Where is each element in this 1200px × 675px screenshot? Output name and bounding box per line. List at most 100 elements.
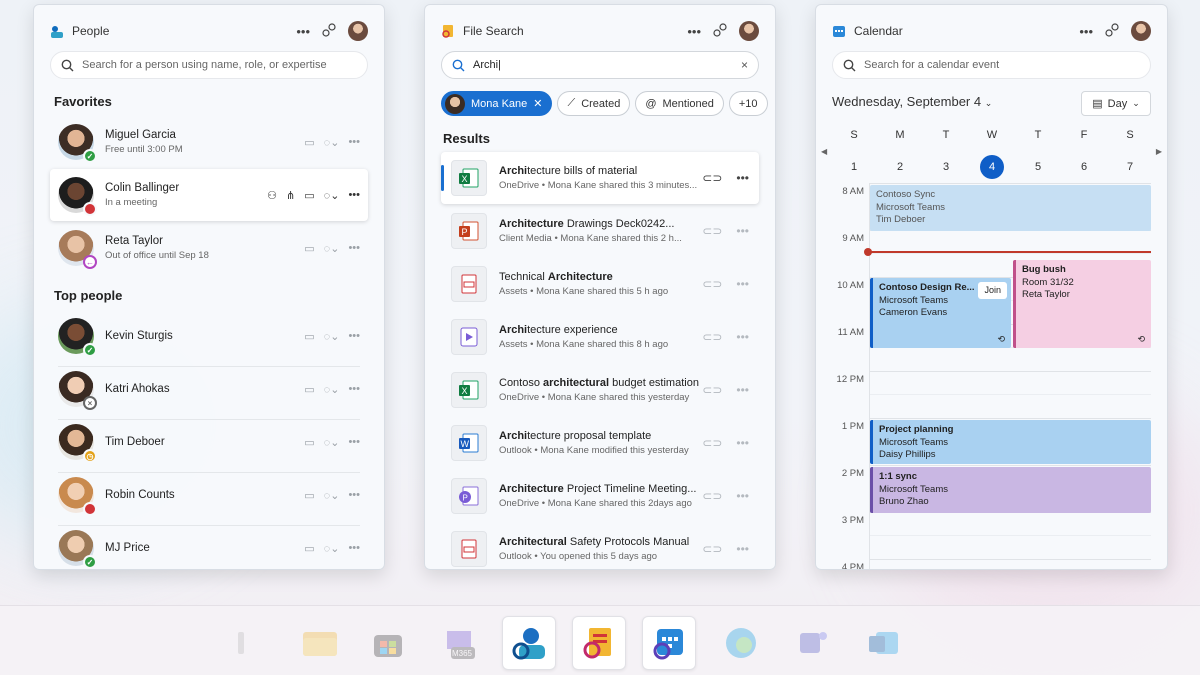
top-person-row-robin-counts[interactable]: Robin Counts ▭ ◌⌄ ••• [50,469,368,521]
more-icon[interactable]: ••• [348,189,360,201]
more-icon[interactable]: ••• [736,436,749,450]
prev-week-icon[interactable]: ◀ [821,147,827,156]
more-icon[interactable]: ••• [736,277,749,291]
day-number[interactable]: 3 [934,155,958,179]
join-button[interactable]: Join [978,282,1007,299]
more-icon[interactable]: ••• [348,489,360,501]
more-options-icon[interactable]: ••• [1079,24,1093,39]
top-person-row-mj-price[interactable]: ✓ MJ Price ▭ ◌⌄ ••• [50,522,368,569]
copy-link-icon[interactable]: ⊂⊃ [702,224,722,238]
file-result-row[interactable]: P Architecture Drawings Deck0242... Client… [441,205,759,257]
more-icon[interactable]: ••• [348,136,360,148]
copy-link-icon[interactable]: ⊂⊃ [702,277,722,291]
video-call-icon[interactable]: ▭ [304,383,314,396]
file-result-row[interactable]: P Architecture Project Timeline Meeting..… [441,470,759,522]
more-options-icon[interactable]: ••• [687,24,701,39]
more-icon[interactable]: ••• [736,330,749,344]
hierarchy-icon[interactable]: ⋔ [286,189,295,202]
org-chart-icon[interactable]: ⚇ [267,189,277,202]
top-person-row-katri-ahokas[interactable]: × Katri Ahokas ▭ ◌⌄ ••• [50,363,368,415]
more-icon[interactable]: ••• [736,171,749,185]
calendar-app-taskbar-button[interactable] [642,616,696,670]
file-explorer-icon[interactable] [293,616,347,670]
next-week-icon[interactable]: ▶ [1156,147,1162,156]
video-call-icon[interactable]: ▭ [304,436,314,449]
event-1-1-sync[interactable]: 1:1 sync Microsoft Teams Bruno Zhao [870,467,1151,513]
top-person-row-tim-deboer[interactable]: ◷ Tim Deboer ▭ ◌⌄ ••• [50,416,368,468]
event-contoso-design-review[interactable]: Contoso Design Re... Microsoft Teams Cam… [870,278,1011,348]
event-project-planning[interactable]: Project planning Microsoft Teams Daisy P… [870,420,1151,464]
chip-more[interactable]: +10 [728,91,768,116]
more-icon[interactable]: ••• [348,330,360,342]
day-number[interactable]: 6 [1072,155,1096,179]
favorite-row-reta-taylor[interactable]: ← Reta Taylor Out of office until Sep 18 … [50,222,368,274]
file-result-row[interactable]: X Contoso architectural budget estimation… [441,364,759,416]
user-avatar[interactable] [739,21,759,41]
file-result-row[interactable]: Architecture experience Assets • Mona Kan… [441,311,759,363]
close-icon[interactable]: ✕ [533,97,542,110]
video-call-icon[interactable]: ▭ [304,542,314,555]
more-icon[interactable]: ••• [736,489,749,503]
video-call-icon[interactable]: ▭ [304,189,314,202]
chat-icon[interactable]: ◌⌄ [324,489,340,502]
more-icon[interactable]: ••• [348,436,360,448]
copy-link-icon[interactable]: ⊂⊃ [702,489,722,503]
event-bug-bush[interactable]: Bug bush Room 31/32 Reta Taylor ⟲ [1013,260,1151,348]
event-contoso-sync[interactable]: Contoso Sync Microsoft Teams Tim Deboer [870,185,1151,231]
chip-mentioned[interactable]: @ Mentioned [635,91,724,116]
favorite-row-miguel-garcia[interactable]: ✓ Miguel Garcia Free until 3:00 PM ▭ ◌⌄ ••• [50,116,368,168]
outlook-icon[interactable] [856,616,910,670]
more-options-icon[interactable]: ••• [296,24,310,39]
day-number[interactable]: 2 [888,155,912,179]
view-selector-button[interactable]: ▤ Day ⌄ [1081,91,1151,116]
edge-icon[interactable] [714,616,768,670]
people-search-input[interactable]: Search for a person using name, role, or… [50,51,368,79]
copy-link-icon[interactable]: ⊂⊃ [702,171,722,185]
more-icon[interactable]: ••• [736,383,749,397]
file-result-row[interactable]: Technical Architecture Assets • Mona Kane… [441,258,759,310]
store-icon[interactable] [361,616,415,670]
day-number[interactable]: 1 [842,155,866,179]
chat-icon[interactable]: ◌⌄ [324,436,340,449]
chat-icon[interactable]: ◌⌄ [324,242,340,255]
more-icon[interactable]: ••• [348,542,360,554]
video-call-icon[interactable]: ▭ [304,489,314,502]
calendar-search-input[interactable]: Search for a calendar event [832,51,1151,79]
chat-icon[interactable]: ◌⌄ [324,189,340,202]
copy-link-icon[interactable]: ⊂⊃ [702,542,722,556]
chip-created[interactable]: ⟋ Created [557,91,631,116]
user-avatar[interactable] [348,21,368,41]
clear-icon[interactable]: × [741,58,748,72]
taskbar-app-icon[interactable] [226,616,256,670]
day-number[interactable]: 5 [1026,155,1050,179]
people-app-taskbar-button[interactable] [502,616,556,670]
top-person-row-kevin-sturgis[interactable]: ✓ Kevin Sturgis ▭ ◌⌄ ••• [50,310,368,362]
more-icon[interactable]: ••• [736,224,749,238]
teams-icon[interactable] [786,616,840,670]
m365-icon[interactable]: M365 [432,616,486,670]
chat-icon[interactable]: ◌⌄ [324,136,340,149]
day-number[interactable]: 7 [1118,155,1142,179]
day-number[interactable]: 4 [980,155,1004,179]
pop-out-icon[interactable] [322,22,336,40]
chat-icon[interactable]: ◌⌄ [324,383,340,396]
user-avatar[interactable] [1131,21,1151,41]
file-search-input[interactable]: Archi | × [441,51,759,79]
pop-out-icon[interactable] [1105,22,1119,40]
copy-link-icon[interactable]: ⊂⊃ [702,436,722,450]
copy-link-icon[interactable]: ⊂⊃ [702,383,722,397]
video-call-icon[interactable]: ▭ [304,330,314,343]
pop-out-icon[interactable] [713,22,727,40]
chat-icon[interactable]: ◌⌄ [324,542,340,555]
video-call-icon[interactable]: ▭ [304,136,314,149]
file-search-app-taskbar-button[interactable] [572,616,626,670]
file-result-row[interactable]: X Architecture bills of material OneDrive … [441,152,759,204]
chat-icon[interactable]: ◌⌄ [324,330,340,343]
file-result-row[interactable]: Architectural Safety Protocols Manual Out… [441,523,759,569]
chip-mona-kane[interactable]: Mona Kane ✕ [441,91,553,116]
video-call-icon[interactable]: ▭ [304,242,314,255]
more-icon[interactable]: ••• [348,242,360,254]
date-picker[interactable]: Wednesday, September 4 ⌄ [832,94,992,109]
copy-link-icon[interactable]: ⊂⊃ [702,330,722,344]
file-result-row[interactable]: W Architecture proposal template Outlook •… [441,417,759,469]
